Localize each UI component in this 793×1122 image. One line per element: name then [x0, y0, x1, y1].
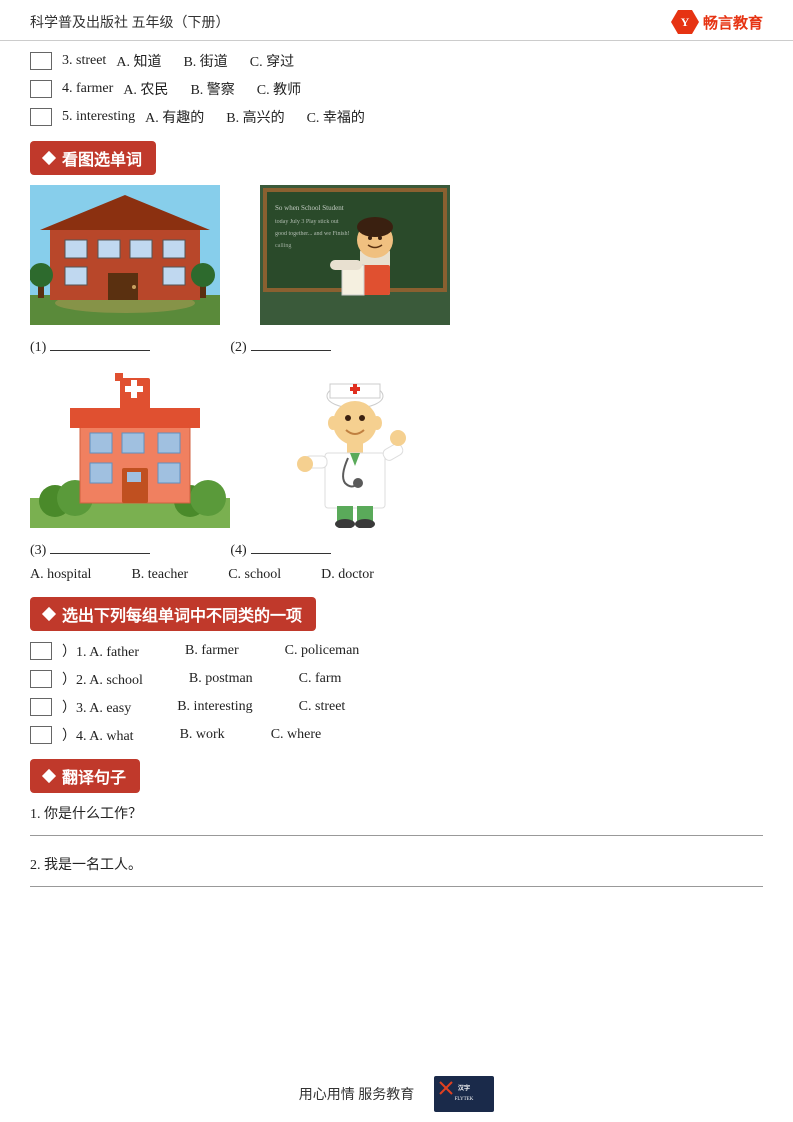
- vocab-opt-1c: C. 穿过: [250, 51, 294, 71]
- answer-bracket-2: [30, 80, 52, 98]
- svg-text:good together... and we Finish: good together... and we Finish!: [275, 231, 350, 237]
- translate-line-1: [30, 835, 763, 836]
- odd-item-2: ）2. A. school B. postman C. farm: [30, 669, 763, 689]
- odd-opt-1c: C. policeman: [285, 643, 360, 659]
- page-header: 科学普及出版社 五年级（下册） Y 畅言教育: [0, 0, 793, 41]
- svg-text:FLYTEK: FLYTEK: [455, 1097, 474, 1102]
- odd-item-1: ）1. A. father B. farmer C. policeman: [30, 641, 763, 661]
- img-opt-c: C. school: [228, 567, 281, 583]
- caption-row-1: (1) (2): [30, 340, 763, 356]
- caption-1: (1): [30, 340, 150, 356]
- vocab-opt-3c: C. 幸福的: [307, 107, 365, 127]
- answer-bracket-1: [30, 52, 52, 70]
- vocab-num-1: 3. street: [62, 53, 106, 69]
- odd-opt-1b: B. farmer: [185, 643, 239, 659]
- svg-text:Y: Y: [681, 15, 690, 29]
- translate-line-2: [30, 886, 763, 887]
- translate-item-2: 2. 我是一名工人。: [30, 854, 763, 887]
- odd-opt-4b: B. work: [180, 727, 225, 743]
- diamond-icon: [42, 151, 56, 165]
- translation-section: 1. 你是什么工作？ 2. 我是一名工人。: [30, 803, 763, 887]
- odd-num-1: ）1. A. father: [62, 641, 139, 661]
- diamond-icon-3: [42, 769, 56, 783]
- section4-header: 翻译句子: [30, 759, 140, 793]
- vocab-opt-1b: B. 街道: [183, 51, 227, 71]
- school-image: [30, 185, 220, 330]
- hospital-image: [30, 368, 230, 533]
- odd-num-3: ）3. A. easy: [62, 697, 131, 717]
- vocab-item-1: 3. street A. 知道 B. 街道 C. 穿过: [30, 51, 763, 71]
- vocab-num-3: 5. interesting: [62, 109, 135, 125]
- translate-q1: 1. 你是什么工作？: [30, 807, 142, 822]
- logo-text: 畅言教育: [703, 12, 763, 33]
- caption-4: (4): [230, 543, 330, 559]
- odd-bracket-2: [30, 670, 52, 688]
- odd-bracket-3: [30, 698, 52, 716]
- teacher-image: So when School Student today July 3 Play…: [260, 185, 450, 330]
- header-title: 科学普及出版社 五年级（下册）: [30, 12, 230, 32]
- doctor-image: [290, 368, 420, 533]
- odd-num-2: ）2. A. school: [62, 669, 143, 689]
- vocab-opt-3b: B. 高兴的: [226, 107, 284, 127]
- vocab-section: 3. street A. 知道 B. 街道 C. 穿过 4. farmer A.…: [30, 51, 763, 127]
- illustration-row-2: [30, 368, 763, 533]
- vocab-item-3: 5. interesting A. 有趣的 B. 高兴的 C. 幸福的: [30, 107, 763, 127]
- odd-bracket-1: [30, 642, 52, 660]
- section3-title: 选出下列每组单词中不同类的一项: [62, 602, 302, 626]
- brand-icon: Y: [671, 10, 699, 34]
- img-opt-a: A. hospital: [30, 567, 91, 583]
- vocab-opt-3a: A. 有趣的: [145, 107, 204, 127]
- svg-text:汉字: 汉字: [458, 1084, 470, 1092]
- svg-text:today July 3 Play stick out: today July 3 Play stick out: [275, 219, 339, 225]
- img-opt-b: B. teacher: [131, 567, 188, 583]
- odd-opt-2c: C. farm: [299, 671, 342, 687]
- section2-title: 看图选单词: [62, 146, 142, 170]
- odd-bracket-4: [30, 726, 52, 744]
- vocab-opt-2c: C. 教师: [257, 79, 301, 99]
- svg-text:So when School Student: So when School Student: [275, 204, 344, 212]
- caption-row-2: (3) (4): [30, 543, 763, 559]
- diamond-icon-2: [42, 607, 56, 621]
- image-options-row: A. hospital B. teacher C. school D. doct…: [30, 567, 763, 583]
- odd-num-4: ）4. A. what: [62, 725, 134, 745]
- vocab-item-2: 4. farmer A. 农民 B. 警察 C. 教师: [30, 79, 763, 99]
- section2-header: 看图选单词: [30, 141, 156, 175]
- translate-item-1: 1. 你是什么工作？: [30, 803, 763, 836]
- odd-item-4: ）4. A. what B. work C. where: [30, 725, 763, 745]
- answer-bracket-3: [30, 108, 52, 126]
- section4-title: 翻译句子: [62, 764, 126, 788]
- odd-section: ）1. A. father B. farmer C. policeman ）2.…: [30, 641, 763, 745]
- caption-2: (2): [230, 340, 330, 356]
- vocab-opt-2b: B. 警察: [190, 79, 234, 99]
- vocab-num-2: 4. farmer: [62, 81, 113, 97]
- odd-opt-4c: C. where: [271, 727, 322, 743]
- caption-3: (3): [30, 543, 150, 559]
- section3-header: 选出下列每组单词中不同类的一项: [30, 597, 316, 631]
- img-opt-d: D. doctor: [321, 567, 374, 583]
- odd-opt-2b: B. postman: [189, 671, 253, 687]
- vocab-opt-2a: A. 农民: [123, 79, 168, 99]
- svg-text:calling: calling: [275, 243, 291, 249]
- odd-opt-3b: B. interesting: [177, 699, 252, 715]
- page-footer: 用心用情 服务教育 汉字 FLYTEK: [0, 1076, 793, 1112]
- odd-opt-3c: C. street: [299, 699, 346, 715]
- odd-item-3: ）3. A. easy B. interesting C. street: [30, 697, 763, 717]
- footer-logo: 汉字 FLYTEK: [434, 1076, 494, 1112]
- logo-box: Y 畅言教育: [671, 10, 763, 34]
- vocab-opt-1a: A. 知道: [116, 51, 161, 71]
- translate-q2: 2. 我是一名工人。: [30, 858, 142, 873]
- footer-text: 用心用情 服务教育: [299, 1084, 415, 1104]
- main-content: 3. street A. 知道 B. 街道 C. 穿过 4. farmer A.…: [0, 41, 793, 925]
